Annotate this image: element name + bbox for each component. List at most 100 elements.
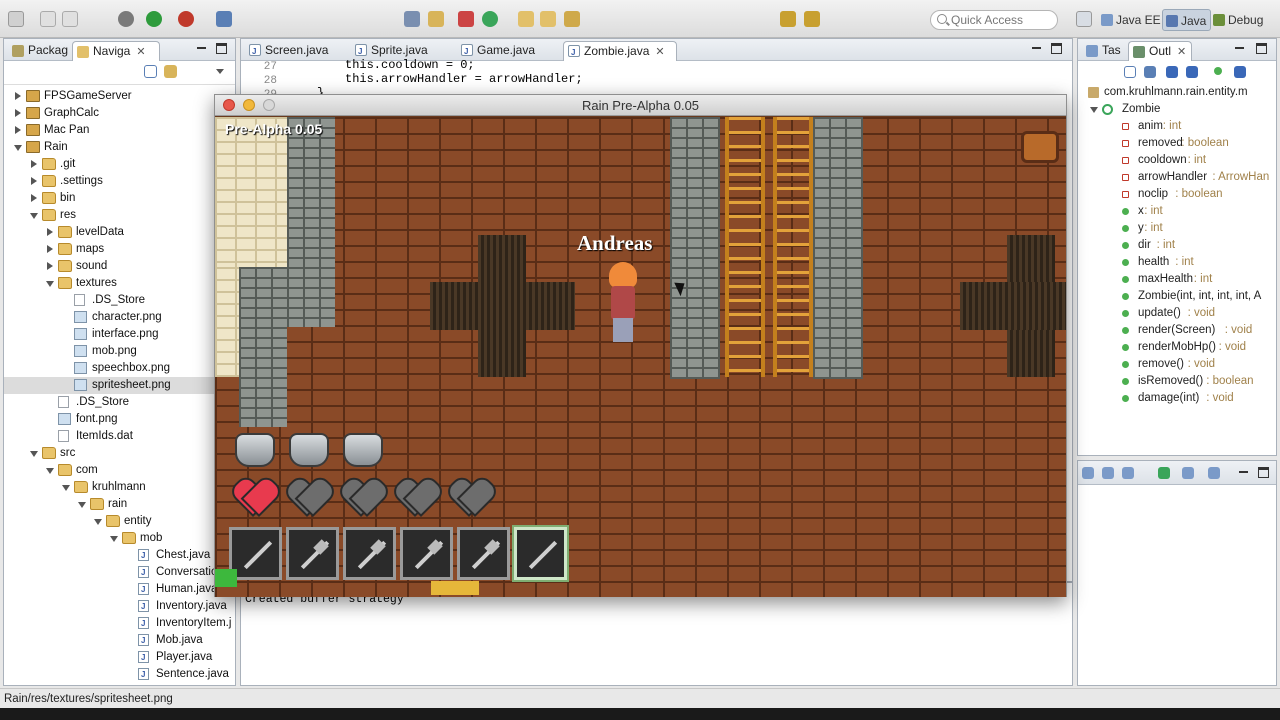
tree-item[interactable]: maps bbox=[4, 241, 235, 258]
format-icon[interactable] bbox=[428, 11, 444, 27]
expanded-arrow-icon[interactable] bbox=[46, 281, 54, 287]
open-perspective-icon[interactable] bbox=[1076, 11, 1092, 27]
display-icon[interactable] bbox=[1182, 467, 1194, 479]
hotbar-slot-wand[interactable] bbox=[457, 527, 510, 580]
view-menu-icon[interactable] bbox=[216, 69, 224, 74]
external-tools-icon[interactable] bbox=[178, 11, 194, 27]
tree-item[interactable]: entity bbox=[4, 513, 235, 530]
expanded-arrow-icon[interactable] bbox=[30, 451, 38, 457]
tree-item[interactable]: .DS_Store bbox=[4, 292, 235, 309]
toggle-mark-icon[interactable] bbox=[404, 11, 420, 27]
save-all-icon[interactable] bbox=[62, 11, 78, 27]
tab-navigator[interactable]: Naviga ✕ bbox=[72, 41, 160, 61]
tree-item[interactable]: levelData bbox=[4, 224, 235, 241]
tree-item[interactable]: bin bbox=[4, 190, 235, 207]
close-icon[interactable]: ✕ bbox=[136, 46, 145, 58]
maximize-icon[interactable] bbox=[1256, 43, 1267, 54]
tree-item[interactable]: .settings bbox=[4, 173, 235, 190]
close-window-button[interactable] bbox=[223, 99, 235, 111]
expanded-arrow-icon[interactable] bbox=[110, 536, 118, 542]
collapsed-arrow-icon[interactable] bbox=[47, 245, 53, 253]
view-icon[interactable] bbox=[1082, 467, 1094, 479]
tree-item[interactable]: spritesheet.png bbox=[4, 377, 235, 394]
tree-item[interactable]: interface.png bbox=[4, 326, 235, 343]
tree-item[interactable]: kruhlmann bbox=[4, 479, 235, 496]
build-icon[interactable] bbox=[458, 11, 474, 27]
tree-item[interactable]: sound bbox=[4, 258, 235, 275]
tree-item[interactable]: Player.java bbox=[4, 649, 235, 666]
chest-sprite[interactable] bbox=[1021, 131, 1059, 163]
save-icon[interactable] bbox=[40, 11, 56, 27]
tab-screen-java[interactable]: Screen.java bbox=[245, 41, 349, 61]
tree-item[interactable]: .git bbox=[4, 156, 235, 173]
tree-item[interactable]: Conversatio bbox=[4, 564, 235, 581]
perspective-debug[interactable]: Debug bbox=[1210, 9, 1267, 31]
expanded-arrow-icon[interactable] bbox=[46, 468, 54, 474]
maximize-icon[interactable] bbox=[216, 43, 227, 54]
tree-item[interactable]: Mac Pan bbox=[4, 122, 235, 139]
tree-item[interactable]: Human.java bbox=[4, 581, 235, 598]
collapse-all-icon[interactable] bbox=[144, 65, 157, 78]
collapsed-arrow-icon[interactable] bbox=[47, 228, 53, 236]
expand-icon[interactable] bbox=[1090, 107, 1098, 113]
maximize-icon[interactable] bbox=[1258, 467, 1269, 478]
expanded-arrow-icon[interactable] bbox=[30, 213, 38, 219]
tree-item[interactable]: font.png bbox=[4, 411, 235, 428]
tab-zombie-java[interactable]: Zombie.java ✕ bbox=[563, 41, 677, 61]
collapsed-arrow-icon[interactable] bbox=[31, 194, 37, 202]
collapsed-arrow-icon[interactable] bbox=[31, 177, 37, 185]
code-line[interactable]: this.arrowHandler = arrowHandler; bbox=[345, 72, 583, 86]
sort-icon[interactable] bbox=[1144, 66, 1156, 78]
tree-item[interactable]: mob bbox=[4, 530, 235, 547]
tree-item[interactable]: Chest.java bbox=[4, 547, 235, 564]
tree-item[interactable]: rain bbox=[4, 496, 235, 513]
perspective-java[interactable]: Java bbox=[1162, 9, 1212, 31]
tree-item[interactable]: Rain bbox=[4, 139, 235, 156]
tab-package-explorer[interactable]: Packag bbox=[8, 41, 70, 61]
pin-icon[interactable] bbox=[1158, 467, 1170, 479]
collapsed-arrow-icon[interactable] bbox=[15, 109, 21, 117]
close-icon[interactable]: ✕ bbox=[1177, 46, 1186, 58]
view-icon[interactable] bbox=[1102, 467, 1114, 479]
open-console-icon[interactable] bbox=[1208, 467, 1220, 479]
hide-local-icon[interactable] bbox=[1234, 66, 1246, 78]
tree-item[interactable]: Inventory.java bbox=[4, 598, 235, 615]
tree-item[interactable]: res bbox=[4, 207, 235, 224]
tab-outline[interactable]: Outl ✕ bbox=[1128, 41, 1192, 61]
expanded-arrow-icon[interactable] bbox=[94, 519, 102, 525]
tree-item[interactable]: GraphCalc bbox=[4, 105, 235, 122]
player-sprite[interactable] bbox=[603, 262, 643, 344]
back-icon[interactable] bbox=[780, 11, 796, 27]
hide-fields-icon[interactable] bbox=[1166, 66, 1178, 78]
tree-item[interactable]: mob.png bbox=[4, 343, 235, 360]
tree-item[interactable]: Sentence.java bbox=[4, 666, 235, 683]
hide-nonpublic-icon[interactable] bbox=[1214, 67, 1222, 75]
close-icon[interactable]: ✕ bbox=[655, 46, 664, 58]
view-icon[interactable] bbox=[1122, 467, 1134, 479]
tree-item[interactable]: speechbox.png bbox=[4, 360, 235, 377]
link-editor-icon[interactable] bbox=[164, 65, 177, 78]
game-canvas[interactable]: Pre-Alpha 0.05 Andreas bbox=[215, 117, 1066, 597]
collapse-all-icon[interactable] bbox=[1124, 66, 1136, 78]
hotbar-slot-axe[interactable] bbox=[343, 527, 396, 580]
skip-breakpoints-icon[interactable] bbox=[216, 11, 232, 27]
hide-static-icon[interactable] bbox=[1186, 66, 1198, 78]
debug-icon[interactable] bbox=[118, 11, 134, 27]
minimize-icon[interactable] bbox=[1031, 43, 1042, 54]
quick-access-input[interactable]: Quick Access bbox=[930, 10, 1058, 30]
hotbar-slot-hammer[interactable] bbox=[286, 527, 339, 580]
tab-tasks[interactable]: Tas bbox=[1082, 41, 1126, 61]
minimize-icon[interactable] bbox=[196, 43, 207, 54]
perspective-java-ee[interactable]: Java EE bbox=[1098, 9, 1165, 31]
tree-item[interactable]: textures bbox=[4, 275, 235, 292]
expanded-arrow-icon[interactable] bbox=[78, 502, 86, 508]
new-class-icon[interactable] bbox=[482, 11, 498, 27]
expanded-arrow-icon[interactable] bbox=[14, 145, 22, 151]
tree-item[interactable]: character.png bbox=[4, 309, 235, 326]
tree-item[interactable]: InventoryItem.j bbox=[4, 615, 235, 632]
open-folder-icon[interactable] bbox=[540, 11, 556, 27]
tree-item[interactable]: com bbox=[4, 462, 235, 479]
code-line[interactable]: this.cooldown = 0; bbox=[345, 58, 475, 72]
zoom-window-button[interactable] bbox=[263, 99, 275, 111]
forward-icon[interactable] bbox=[804, 11, 820, 27]
